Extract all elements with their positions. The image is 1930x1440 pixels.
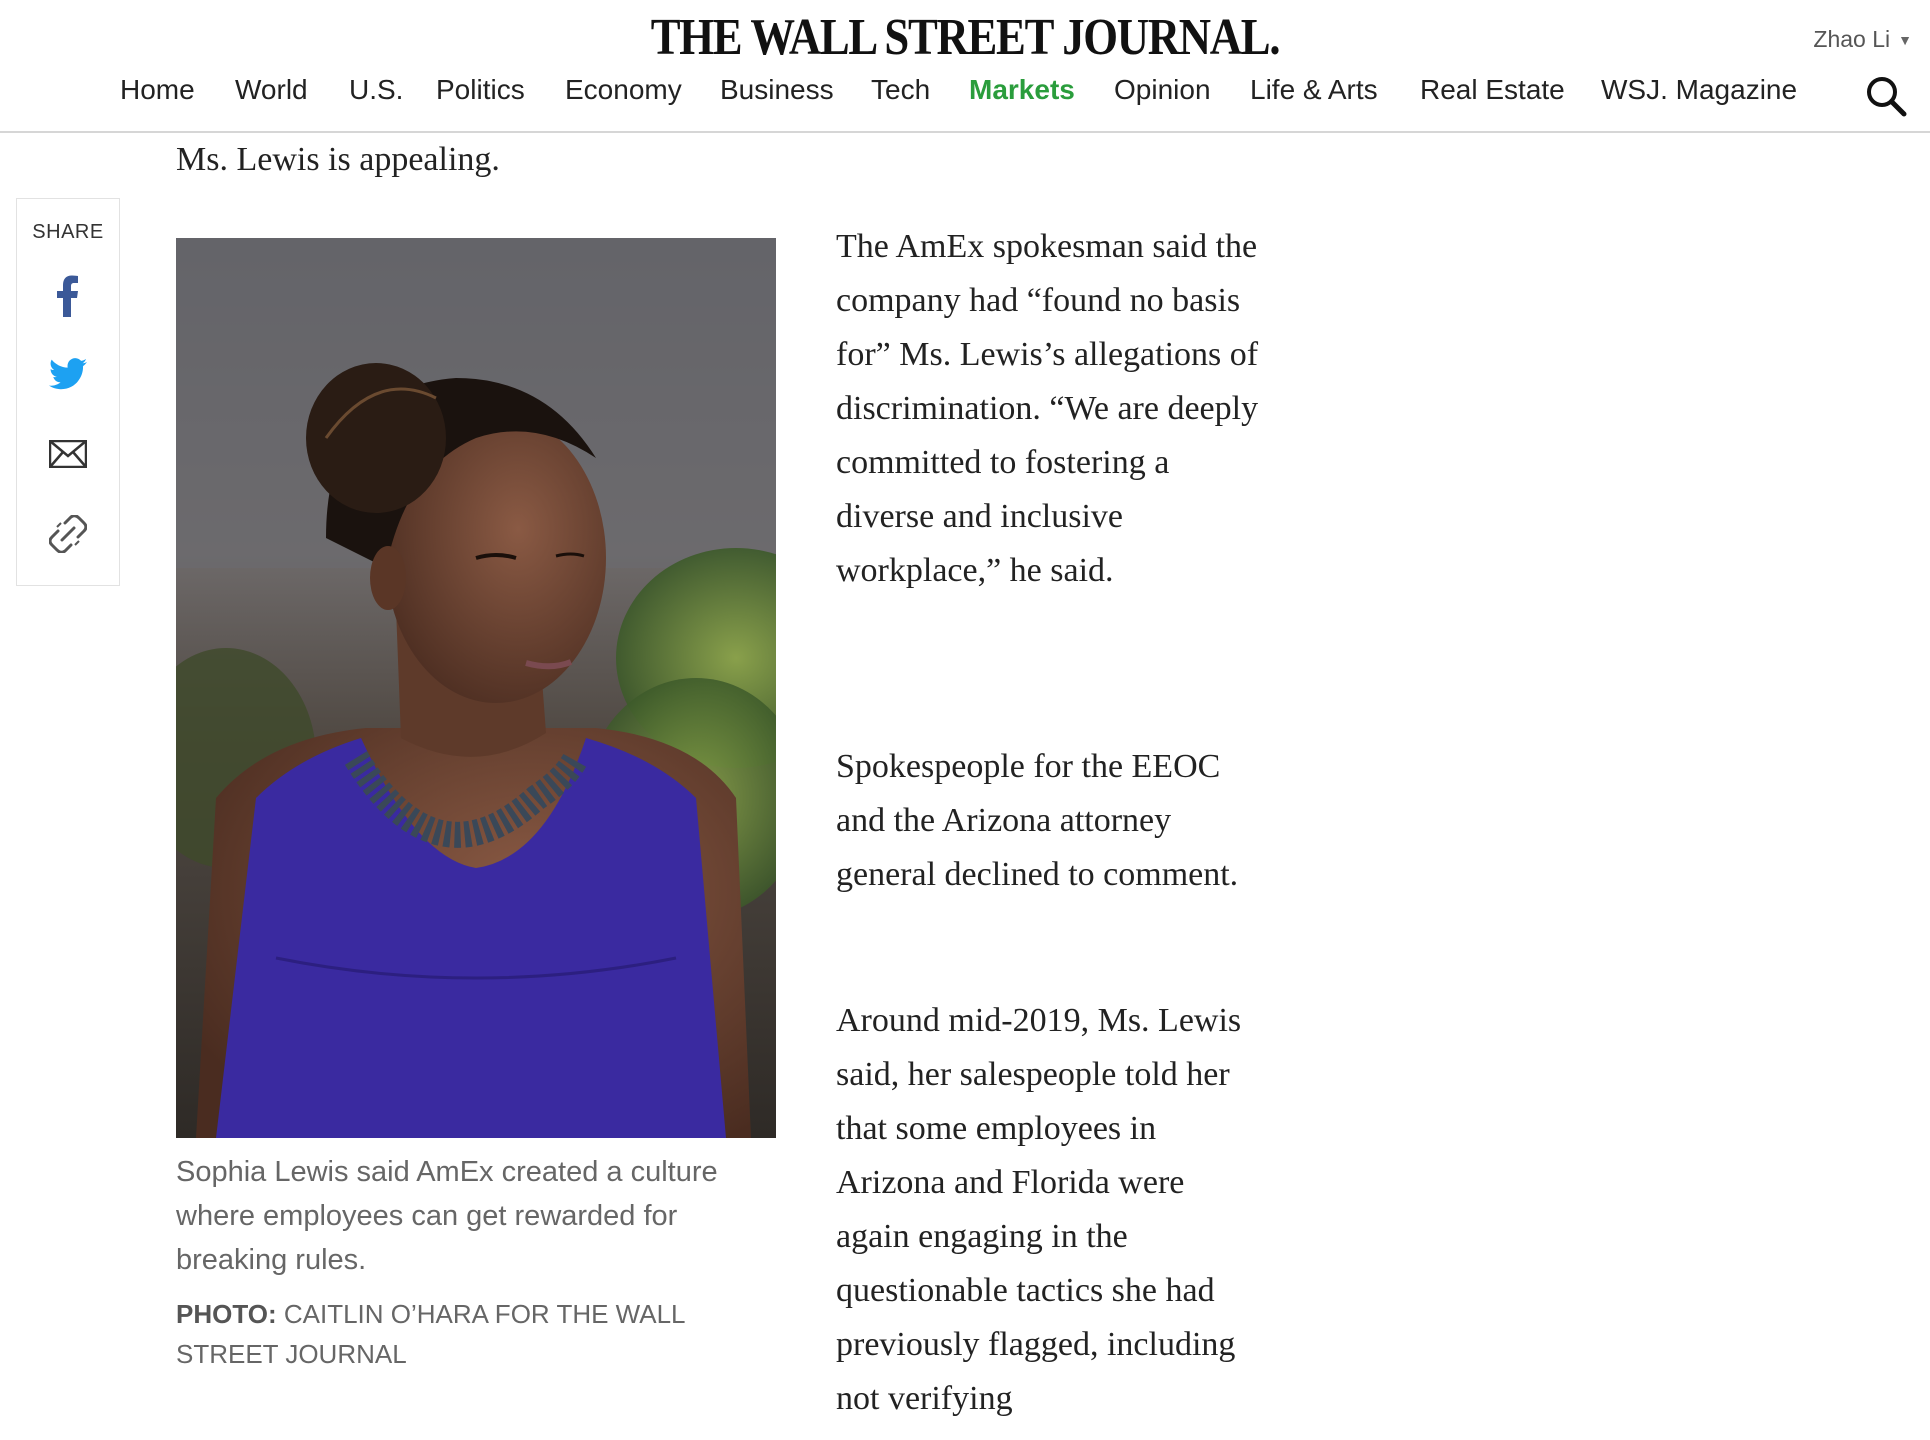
nav-item-economy[interactable]: Economy — [565, 74, 682, 106]
photo-credit: PHOTO: CAITLIN O’HARA FOR THE WALL STREE… — [176, 1294, 776, 1374]
user-menu[interactable]: Zhao Li ▼ — [1813, 26, 1912, 53]
masthead: THE WALL STREET JOURNAL. Zhao Li ▼ Home … — [0, 0, 1930, 133]
link-icon — [49, 515, 87, 553]
nav-item-business[interactable]: Business — [720, 74, 834, 106]
wsj-logo[interactable]: THE WALL STREET JOURNAL. — [135, 8, 1795, 67]
portrait-image — [176, 238, 776, 1138]
nav-item-real-estate[interactable]: Real Estate — [1420, 74, 1565, 106]
main-nav: Home World U.S. Politics Economy Busines… — [0, 74, 1930, 116]
nav-item-opinion[interactable]: Opinion — [1114, 74, 1211, 106]
chevron-down-icon[interactable]: ▼ — [1898, 32, 1912, 48]
nav-item-home[interactable]: Home — [120, 74, 195, 106]
share-link-button[interactable] — [43, 509, 93, 559]
share-rail: SHARE — [16, 198, 120, 586]
nav-item-world[interactable]: World — [235, 74, 308, 106]
user-name[interactable]: Zhao Li — [1813, 26, 1890, 53]
nav-item-markets[interactable]: Markets — [969, 74, 1075, 106]
share-email-button[interactable] — [43, 429, 93, 479]
email-icon — [49, 440, 87, 468]
facebook-icon — [57, 275, 78, 317]
nav-item-politics[interactable]: Politics — [436, 74, 525, 106]
article-paragraph: Spokespeople for the EEOC and the Arizon… — [836, 740, 1266, 902]
paragraph-text: The AmEx spokesman said the company had … — [836, 228, 1259, 589]
share-facebook-button[interactable] — [43, 271, 93, 321]
paragraph-text: Spokespeople for the EEOC and the Arizon… — [836, 748, 1239, 893]
nav-item-tech[interactable]: Tech — [871, 74, 930, 106]
search-icon — [1867, 77, 1907, 117]
credit-label: PHOTO: — [176, 1299, 277, 1329]
twitter-icon — [49, 358, 87, 390]
article-paragraph: Around mid-2019, Ms. Lewis said, her sal… — [836, 994, 1266, 1426]
photo-caption: Sophia Lewis said AmEx created a culture… — [176, 1156, 718, 1276]
article-paragraph: The AmEx spokesman said the company had … — [836, 220, 1266, 598]
search-button[interactable] — [1864, 74, 1908, 118]
nav-item-us[interactable]: U.S. — [349, 74, 403, 106]
article-paragraph: Ms. Lewis is appealing. — [176, 141, 500, 178]
share-label: SHARE — [32, 221, 104, 243]
nav-item-wsj-magazine[interactable]: WSJ. Magazine — [1601, 74, 1797, 106]
paragraph-text: Around mid-2019, Ms. Lewis said, her sal… — [836, 1002, 1242, 1417]
article-photo[interactable] — [176, 238, 776, 1138]
nav-item-life-arts[interactable]: Life & Arts — [1250, 74, 1378, 106]
share-twitter-button[interactable] — [43, 349, 93, 399]
